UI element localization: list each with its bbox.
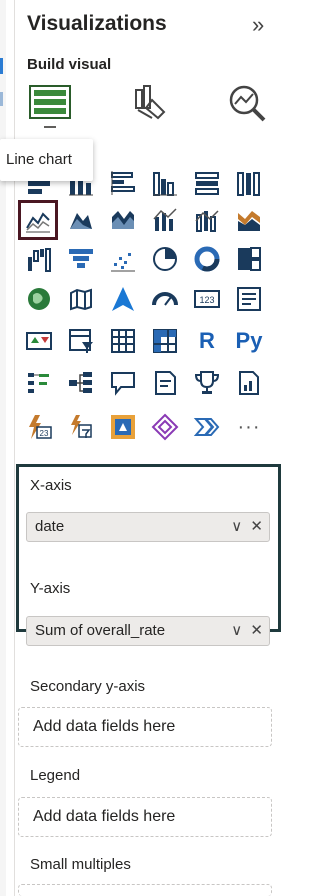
ribbon-chart-icon[interactable]: [232, 202, 266, 236]
x-axis-label: X-axis: [30, 477, 72, 494]
slicer-icon[interactable]: [64, 324, 98, 358]
diamond-visual-icon[interactable]: [148, 410, 182, 444]
close-icon[interactable]: ✕: [250, 518, 263, 535]
paginated-report-icon[interactable]: [232, 366, 266, 400]
y-axis-field-name: Sum of overall_rate: [35, 622, 166, 639]
table-icon[interactable]: [106, 324, 140, 358]
custom-visual-icon[interactable]: [106, 410, 140, 444]
format-visual-icon[interactable]: [128, 82, 172, 126]
multi-row-card-icon[interactable]: [232, 282, 266, 316]
active-tab-indicator: [44, 126, 56, 128]
line-chart-icon[interactable]: [18, 200, 58, 240]
100-stacked-column-chart-icon[interactable]: [232, 166, 266, 200]
power-apps-icon[interactable]: 23: [22, 410, 56, 444]
more-visuals-icon[interactable]: ···: [232, 410, 266, 444]
gauge-icon[interactable]: [148, 282, 182, 316]
svg-text:123: 123: [199, 295, 214, 305]
python-visual-icon[interactable]: Py: [232, 324, 266, 358]
clustered-bar-chart-icon[interactable]: [106, 166, 140, 200]
report-canvas-edge: [0, 0, 6, 896]
line-and-stacked-column-chart-icon[interactable]: [148, 202, 182, 236]
donut-chart-icon[interactable]: [190, 242, 224, 276]
card-icon[interactable]: 123: [190, 282, 224, 316]
collapse-pane-icon[interactable]: »: [252, 12, 264, 38]
power-automate-icon[interactable]: [64, 410, 98, 444]
analytics-icon[interactable]: [226, 82, 270, 126]
legend-label: Legend: [30, 767, 81, 784]
small-multiples-drop-zone[interactable]: [18, 884, 272, 896]
secondary-y-axis-label: Secondary y-axis: [30, 678, 146, 695]
line-chart-tooltip: Line chart: [0, 139, 93, 181]
chevron-down-icon[interactable]: ∨: [231, 518, 242, 535]
x-axis-field-name: date: [35, 518, 65, 535]
decomposition-tree-icon[interactable]: [64, 366, 98, 400]
chevron-visual-icon[interactable]: [190, 410, 224, 444]
y-axis-field-pill[interactable]: Sum of overall_rate ∨ ✕: [26, 616, 270, 646]
clustered-column-chart-icon[interactable]: [148, 166, 182, 200]
canvas-indicator: [0, 58, 3, 74]
close-icon[interactable]: ✕: [250, 622, 263, 639]
scatter-chart-icon[interactable]: [106, 242, 140, 276]
build-visual-icon[interactable]: [28, 80, 72, 124]
canvas-indicator: [0, 92, 3, 106]
azure-map-icon[interactable]: [106, 282, 140, 316]
x-axis-field-pill[interactable]: date ∨ ✕: [26, 512, 270, 542]
svg-text:23: 23: [40, 429, 49, 438]
stacked-area-chart-icon[interactable]: [106, 202, 140, 236]
treemap-icon[interactable]: [232, 242, 266, 276]
pie-chart-icon[interactable]: [148, 242, 182, 276]
panel-title: Visualizations: [27, 12, 167, 35]
matrix-icon[interactable]: [148, 324, 182, 358]
area-chart-icon[interactable]: [64, 202, 98, 236]
map-icon[interactable]: [22, 282, 56, 316]
line-and-clustered-column-chart-icon[interactable]: [190, 202, 224, 236]
smart-narrative-icon[interactable]: [148, 366, 182, 400]
key-influencers-icon[interactable]: [22, 366, 56, 400]
chevron-down-icon[interactable]: ∨: [231, 622, 242, 639]
r-visual-icon[interactable]: R: [190, 324, 224, 358]
y-axis-label: Y-axis: [30, 580, 71, 597]
filled-map-icon[interactable]: [64, 282, 98, 316]
100-stacked-bar-chart-icon[interactable]: [190, 166, 224, 200]
small-multiples-label: Small multiples: [30, 856, 131, 873]
funnel-icon[interactable]: [64, 242, 98, 276]
panel-divider: [14, 0, 15, 896]
legend-drop-zone[interactable]: Add data fields here: [18, 797, 272, 837]
waterfall-chart-icon[interactable]: [22, 242, 56, 276]
secondary-y-axis-drop-zone[interactable]: Add data fields here: [18, 707, 272, 747]
build-visual-label: Build visual: [27, 56, 112, 73]
qa-icon[interactable]: [106, 366, 140, 400]
kpi-icon[interactable]: [22, 324, 56, 358]
goals-icon[interactable]: [190, 366, 224, 400]
